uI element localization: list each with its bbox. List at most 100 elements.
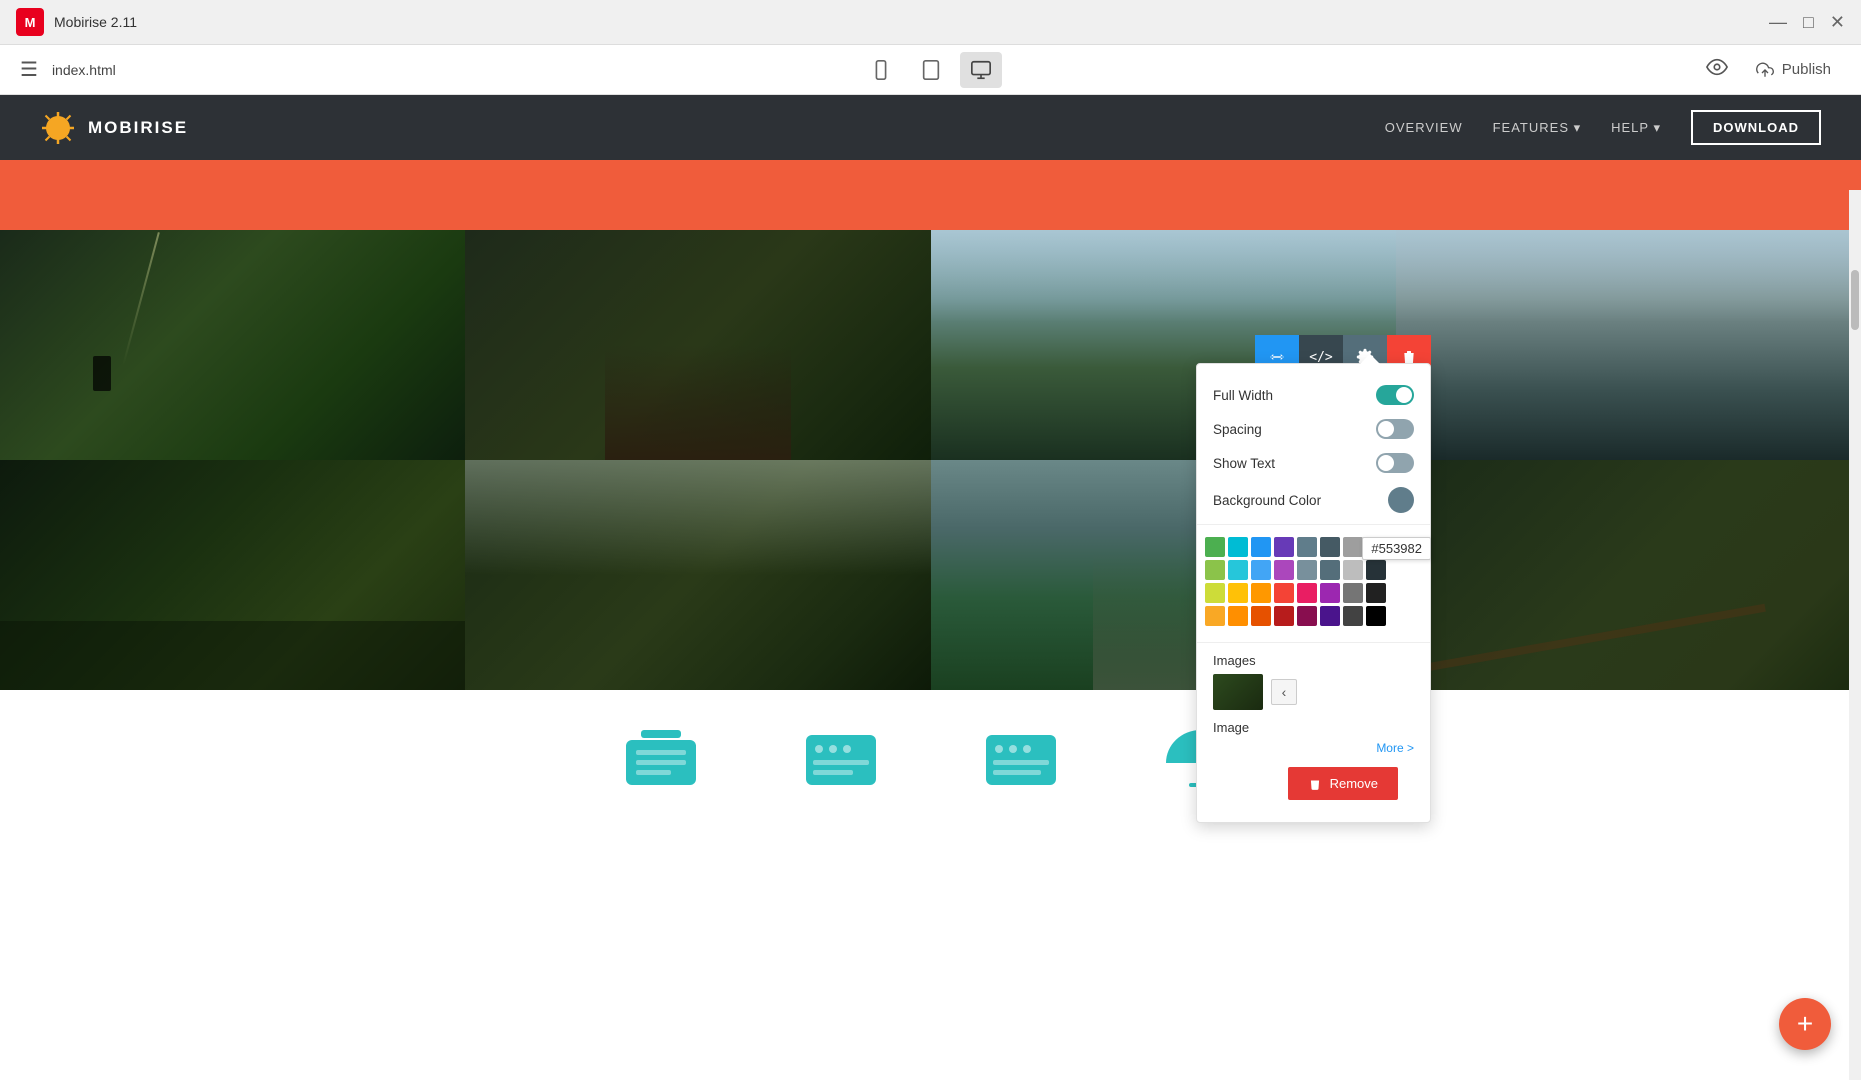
close-button[interactable]: ✕ (1830, 13, 1845, 31)
gallery-cell-5 (0, 460, 465, 690)
color-swatch[interactable] (1297, 583, 1317, 603)
color-swatch[interactable] (1274, 537, 1294, 557)
images-label: Images (1213, 653, 1414, 668)
color-swatch[interactable] (1343, 560, 1363, 580)
gallery-cell-2 (465, 230, 930, 460)
full-width-row: Full Width (1197, 378, 1430, 412)
color-swatch[interactable] (1343, 606, 1363, 626)
color-swatch[interactable] (1297, 606, 1317, 626)
gallery-cell-1 (0, 230, 465, 460)
bg-color-label: Background Color (1213, 493, 1321, 508)
title-bar-left: M Mobirise 2.11 (16, 8, 137, 36)
toolbar-right: Publish (1706, 55, 1841, 85)
site-logo: MOBIRISE (40, 110, 188, 146)
app-icon-text: M (25, 15, 36, 30)
color-swatch[interactable] (1251, 537, 1271, 557)
color-swatch[interactable] (1366, 606, 1386, 626)
show-text-toggle[interactable] (1376, 453, 1414, 473)
gallery-cell-4 (1396, 230, 1861, 460)
gallery-cell-6 (465, 460, 930, 690)
color-swatch[interactable] (1320, 560, 1340, 580)
color-swatch[interactable] (1320, 537, 1340, 557)
color-swatch[interactable] (1297, 560, 1317, 580)
device-switcher (860, 52, 1002, 88)
logo-sun-icon (40, 110, 76, 146)
color-swatch[interactable] (1297, 537, 1317, 557)
feature-icon-2 (801, 725, 881, 795)
site-navbar: MOBIRISE OVERVIEW FEATURES ▾ HELP ▾ DOWN… (0, 95, 1861, 160)
settings-panel: Full Width Spacing Show Text Background … (1196, 363, 1431, 823)
spacing-toggle[interactable] (1376, 419, 1414, 439)
color-swatch[interactable] (1205, 560, 1225, 580)
nav-features[interactable]: FEATURES ▾ (1493, 120, 1582, 136)
color-swatch[interactable] (1366, 560, 1386, 580)
preview-button[interactable] (1706, 56, 1728, 84)
remove-button[interactable]: Remove (1288, 767, 1398, 800)
publish-button[interactable]: Publish (1746, 55, 1841, 85)
add-block-button[interactable]: + (1779, 998, 1831, 1050)
minimize-button[interactable]: — (1769, 13, 1787, 31)
nav-download-button[interactable]: DOWNLOAD (1691, 110, 1821, 145)
full-width-label: Full Width (1213, 388, 1273, 403)
toolbar-left: ☰ index.html (20, 57, 116, 82)
fab-icon: + (1797, 1008, 1813, 1040)
settings-divider-2 (1197, 642, 1430, 643)
app-title: Mobirise 2.11 (54, 14, 137, 30)
image-thumbnail (1213, 674, 1263, 710)
show-text-label: Show Text (1213, 456, 1275, 471)
nav-overview[interactable]: OVERVIEW (1385, 120, 1463, 135)
spacing-row: Spacing (1197, 412, 1430, 446)
color-swatch[interactable] (1274, 606, 1294, 626)
settings-divider-1 (1197, 524, 1430, 525)
color-swatch[interactable] (1274, 583, 1294, 603)
color-swatch[interactable] (1320, 606, 1340, 626)
color-tooltip: #553982 (1362, 537, 1431, 560)
feature-icon-3 (981, 725, 1061, 795)
color-swatch[interactable] (1343, 583, 1363, 603)
file-name: index.html (52, 62, 116, 78)
toolbar: ☰ index.html (0, 45, 1861, 95)
gallery-cell-8 (1396, 460, 1861, 690)
scrollbar[interactable] (1849, 190, 1861, 1080)
scrollbar-thumb[interactable] (1851, 270, 1859, 330)
color-swatch[interactable] (1205, 606, 1225, 626)
icons-section (0, 690, 1861, 830)
bg-color-swatch[interactable] (1388, 487, 1414, 513)
site-nav-links: OVERVIEW FEATURES ▾ HELP ▾ DOWNLOAD (1385, 110, 1821, 145)
color-swatch[interactable] (1343, 537, 1363, 557)
orange-section (0, 160, 1861, 230)
hamburger-icon[interactable]: ☰ (20, 57, 38, 82)
maximize-button[interactable]: □ (1803, 13, 1814, 31)
more-link[interactable]: More > (1197, 737, 1430, 759)
bg-color-row: Background Color (1197, 480, 1430, 520)
color-swatch[interactable] (1228, 583, 1248, 603)
tablet-device-button[interactable] (910, 52, 952, 88)
desktop-device-button[interactable] (960, 52, 1002, 88)
color-swatch[interactable] (1320, 583, 1340, 603)
full-width-toggle[interactable] (1376, 385, 1414, 405)
title-bar: M Mobirise 2.11 — □ ✕ (0, 0, 1861, 45)
gallery-section (0, 230, 1861, 690)
color-swatch[interactable] (1205, 537, 1225, 557)
app-icon: M (16, 8, 44, 36)
color-swatch[interactable] (1228, 606, 1248, 626)
spacing-label: Spacing (1213, 422, 1262, 437)
images-section: Images ‹ (1197, 647, 1430, 716)
color-swatch[interactable] (1228, 537, 1248, 557)
image-nav-buttons: ‹ (1271, 679, 1297, 705)
site-content: MOBIRISE OVERVIEW FEATURES ▾ HELP ▾ DOWN… (0, 95, 1861, 1080)
publish-label: Publish (1782, 61, 1831, 78)
images-row: ‹ (1213, 674, 1414, 710)
color-swatch[interactable] (1274, 560, 1294, 580)
preview-area: MOBIRISE OVERVIEW FEATURES ▾ HELP ▾ DOWN… (0, 95, 1861, 1080)
mobile-device-button[interactable] (860, 52, 902, 88)
color-swatch[interactable] (1251, 606, 1271, 626)
color-swatch[interactable] (1251, 560, 1271, 580)
color-swatch[interactable] (1228, 560, 1248, 580)
color-swatch[interactable] (1366, 583, 1386, 603)
color-swatch[interactable] (1251, 583, 1271, 603)
prev-image-button[interactable]: ‹ (1271, 679, 1297, 705)
color-swatch[interactable] (1205, 583, 1225, 603)
title-bar-controls: — □ ✕ (1769, 13, 1845, 31)
nav-help[interactable]: HELP ▾ (1611, 120, 1661, 136)
